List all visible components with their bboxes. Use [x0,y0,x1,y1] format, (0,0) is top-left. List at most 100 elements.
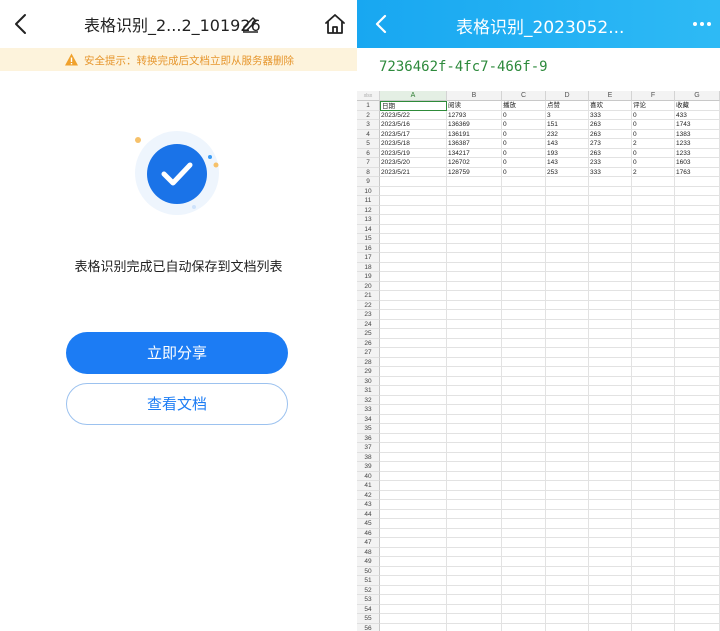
sheet-cell[interactable] [675,452,720,462]
sheet-cell[interactable] [447,443,502,453]
sheet-cell[interactable] [502,519,546,529]
sheet-cell[interactable] [632,557,675,567]
sheet-cell[interactable]: 0 [632,148,675,158]
sheet-cell[interactable] [447,585,502,595]
sheet-cell[interactable] [447,253,502,263]
sheet-cell[interactable] [502,433,546,443]
sheet-cell[interactable]: 136387 [447,139,502,149]
row-header[interactable]: 53 [357,595,380,605]
sheet-cell[interactable] [380,623,447,631]
sheet-cell[interactable] [675,253,720,263]
sheet-cell[interactable]: 2023/5/22 [380,110,447,120]
sheet-cell[interactable] [589,291,632,301]
sheet-cell[interactable] [632,509,675,519]
sheet-cell[interactable] [675,481,720,491]
sheet-cell[interactable] [675,433,720,443]
row-header[interactable]: 15 [357,234,380,244]
row-header[interactable]: 43 [357,500,380,510]
sheet-cell[interactable] [675,471,720,481]
row-header[interactable]: 10 [357,186,380,196]
sheet-cell[interactable] [675,262,720,272]
sheet-cell[interactable] [632,462,675,472]
sheet-cell[interactable] [589,547,632,557]
row-header[interactable]: 47 [357,538,380,548]
sheet-cell[interactable] [380,224,447,234]
edit-pencil-icon[interactable] [240,13,260,33]
sheet-cell[interactable]: 193 [546,148,589,158]
sheet-cell[interactable] [447,519,502,529]
sheet-cell[interactable] [447,414,502,424]
sheet-cell[interactable] [589,177,632,187]
sheet-cell[interactable] [447,319,502,329]
sheet-cell[interactable] [632,443,675,453]
sheet-cell[interactable] [546,433,589,443]
sheet-cell[interactable]: 0 [632,120,675,130]
sheet-cell[interactable]: 2023/5/17 [380,129,447,139]
sheet-cell[interactable] [447,481,502,491]
sheet-cell[interactable] [447,205,502,215]
sheet-cell[interactable] [632,310,675,320]
row-header[interactable]: 4 [357,129,380,139]
sheet-cell[interactable] [589,538,632,548]
sheet-cell[interactable] [380,462,447,472]
row-header[interactable]: 37 [357,443,380,453]
sheet-cell[interactable] [502,595,546,605]
sheet-cell[interactable] [380,367,447,377]
sheet-cell[interactable] [447,595,502,605]
sheet-cell[interactable] [502,234,546,244]
sheet-cell[interactable] [502,481,546,491]
sheet-cell[interactable] [589,509,632,519]
row-header[interactable]: 41 [357,481,380,491]
sheet-cell[interactable] [675,519,720,529]
sheet-cell[interactable] [502,310,546,320]
sheet-cell[interactable] [589,557,632,567]
sheet-cell[interactable] [632,538,675,548]
row-header[interactable]: 54 [357,604,380,614]
sheet-cell[interactable] [380,215,447,225]
sheet-cell[interactable] [380,405,447,415]
sheet-cell[interactable] [502,566,546,576]
sheet-cell[interactable] [502,196,546,206]
sheet-cell[interactable] [546,262,589,272]
document-title[interactable]: 表格识别_2...2_101926 [84,12,261,36]
sheet-cell[interactable] [546,186,589,196]
sheet-cell[interactable] [447,357,502,367]
sheet-cell[interactable] [380,585,447,595]
sheet-cell[interactable]: 阅读 [447,101,502,111]
sheet-cell[interactable] [380,452,447,462]
sheet-cell[interactable]: 143 [546,158,589,168]
sheet-cell[interactable] [589,243,632,253]
sheet-cell[interactable] [589,205,632,215]
sheet-cell[interactable] [675,576,720,586]
sheet-cell[interactable] [546,367,589,377]
sheet-cell[interactable] [632,224,675,234]
sheet-cell[interactable]: 评论 [632,101,675,111]
sheet-cell[interactable] [632,405,675,415]
sheet-cell[interactable] [502,547,546,557]
sheet-cell[interactable] [502,462,546,472]
sheet-cell[interactable]: 点赞 [546,101,589,111]
sheet-cell[interactable] [502,348,546,358]
row-header[interactable]: 9 [357,177,380,187]
sheet-cell[interactable] [546,547,589,557]
sheet-cell[interactable] [546,566,589,576]
sheet-cell[interactable] [589,234,632,244]
sheet-cell[interactable] [589,490,632,500]
sheet-cell[interactable] [502,528,546,538]
sheet-cell[interactable] [675,243,720,253]
sheet-cell[interactable]: 1383 [675,129,720,139]
sheet-cell[interactable] [632,471,675,481]
sheet-cell[interactable] [546,462,589,472]
sheet-cell[interactable] [447,215,502,225]
sheet-cell[interactable] [502,329,546,339]
sheet-cell[interactable] [546,234,589,244]
sheet-cell[interactable]: 3 [546,110,589,120]
sheet-cell[interactable] [546,557,589,567]
sheet-cell[interactable] [546,604,589,614]
sheet-cell[interactable] [502,291,546,301]
sheet-cell[interactable] [675,224,720,234]
sheet-cell[interactable]: 2023/5/19 [380,148,447,158]
row-header[interactable]: 51 [357,576,380,586]
sheet-cell[interactable]: 0 [632,129,675,139]
sheet-cell[interactable]: 126702 [447,158,502,168]
